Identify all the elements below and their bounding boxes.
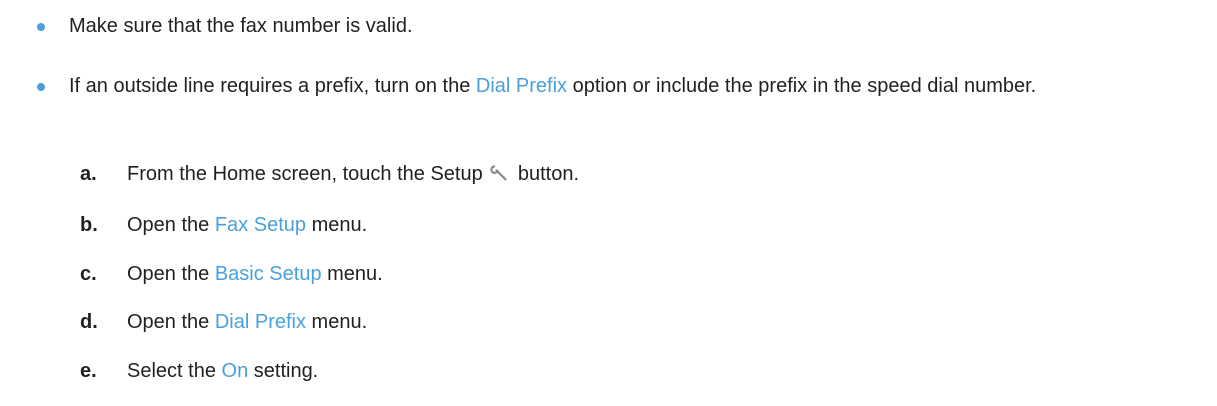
step-text-before: Open the — [127, 311, 215, 333]
bullet-dot — [37, 23, 45, 31]
step-text-before: Open the — [127, 263, 215, 285]
step-text-after: setting. — [248, 360, 319, 382]
step-text-after: menu. — [305, 311, 368, 333]
step-text-after: menu. — [306, 214, 368, 236]
step-text: Select the On setting. — [127, 357, 318, 385]
bullet-text: If an outside line requires a prefix, tu… — [69, 72, 1189, 100]
step-text: Open the Fax Setup menu. — [127, 211, 367, 239]
on-setting-link[interactable]: On — [222, 360, 249, 382]
bullet-text-after: option or include the prefix in the spee… — [567, 75, 1037, 97]
fax-setup-link[interactable]: Fax Setup — [215, 214, 306, 236]
step-text-before: From the Home screen, touch the Setup — [127, 163, 489, 185]
step-letter: a. — [80, 163, 97, 185]
step-letter: b. — [80, 214, 98, 236]
bullet-text: Make sure that the fax number is valid. — [69, 15, 413, 37]
step-text: Open the Basic Setup menu. — [127, 260, 383, 288]
step-letter: c. — [80, 263, 97, 285]
step-text-after: button. — [512, 163, 580, 185]
step-letter: e. — [80, 360, 97, 382]
step-text-after: menu. — [321, 263, 383, 285]
wrench-icon — [490, 163, 510, 183]
step-text-before: Select the — [127, 360, 222, 382]
step-text: Open the Dial Prefix menu. — [127, 308, 367, 336]
step-letter: d. — [80, 311, 98, 333]
step-text-before: Open the — [127, 214, 215, 236]
dial-prefix-menu-link[interactable]: Dial Prefix — [215, 311, 306, 333]
step-text: From the Home screen, touch the Setup bu… — [127, 160, 579, 188]
dial-prefix-link[interactable]: Dial Prefix — [476, 75, 567, 97]
bullet-dot — [37, 83, 45, 91]
basic-setup-link[interactable]: Basic Setup — [215, 263, 322, 285]
bullet-text-before: If an outside line requires a prefix, tu… — [69, 75, 476, 97]
